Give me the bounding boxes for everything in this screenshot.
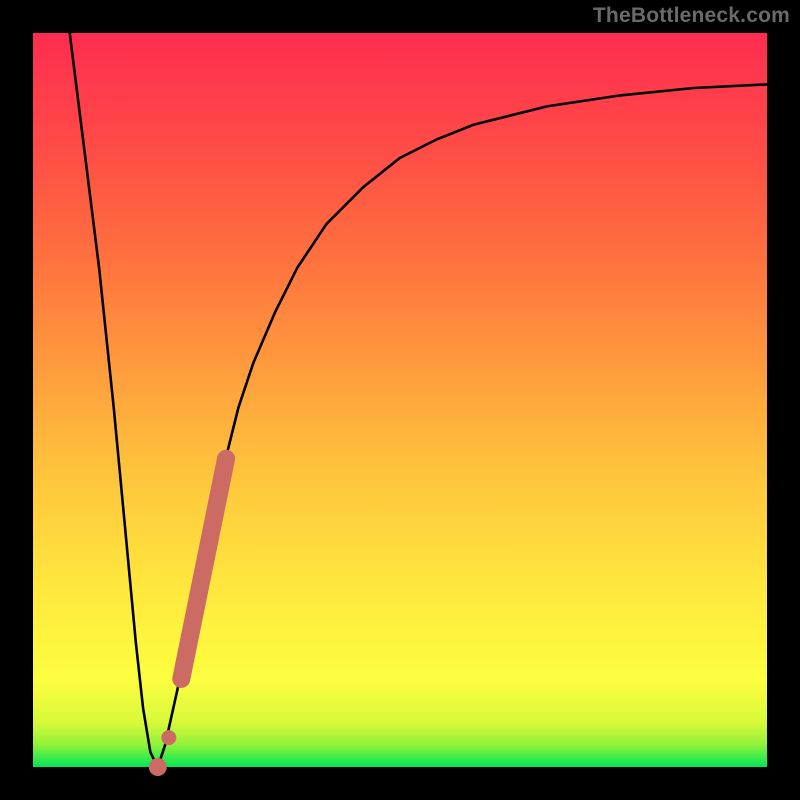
- highlight-dot-2: [149, 758, 167, 776]
- highlight-segment: [181, 459, 226, 679]
- watermark-label: TheBottleneck.com: [593, 4, 790, 28]
- curve-svg: [33, 33, 767, 767]
- chart-frame: TheBottleneck.com: [0, 0, 800, 800]
- bottleneck-curve: [70, 33, 767, 767]
- highlight-dot-1: [161, 730, 176, 745]
- plot-area: [33, 33, 767, 767]
